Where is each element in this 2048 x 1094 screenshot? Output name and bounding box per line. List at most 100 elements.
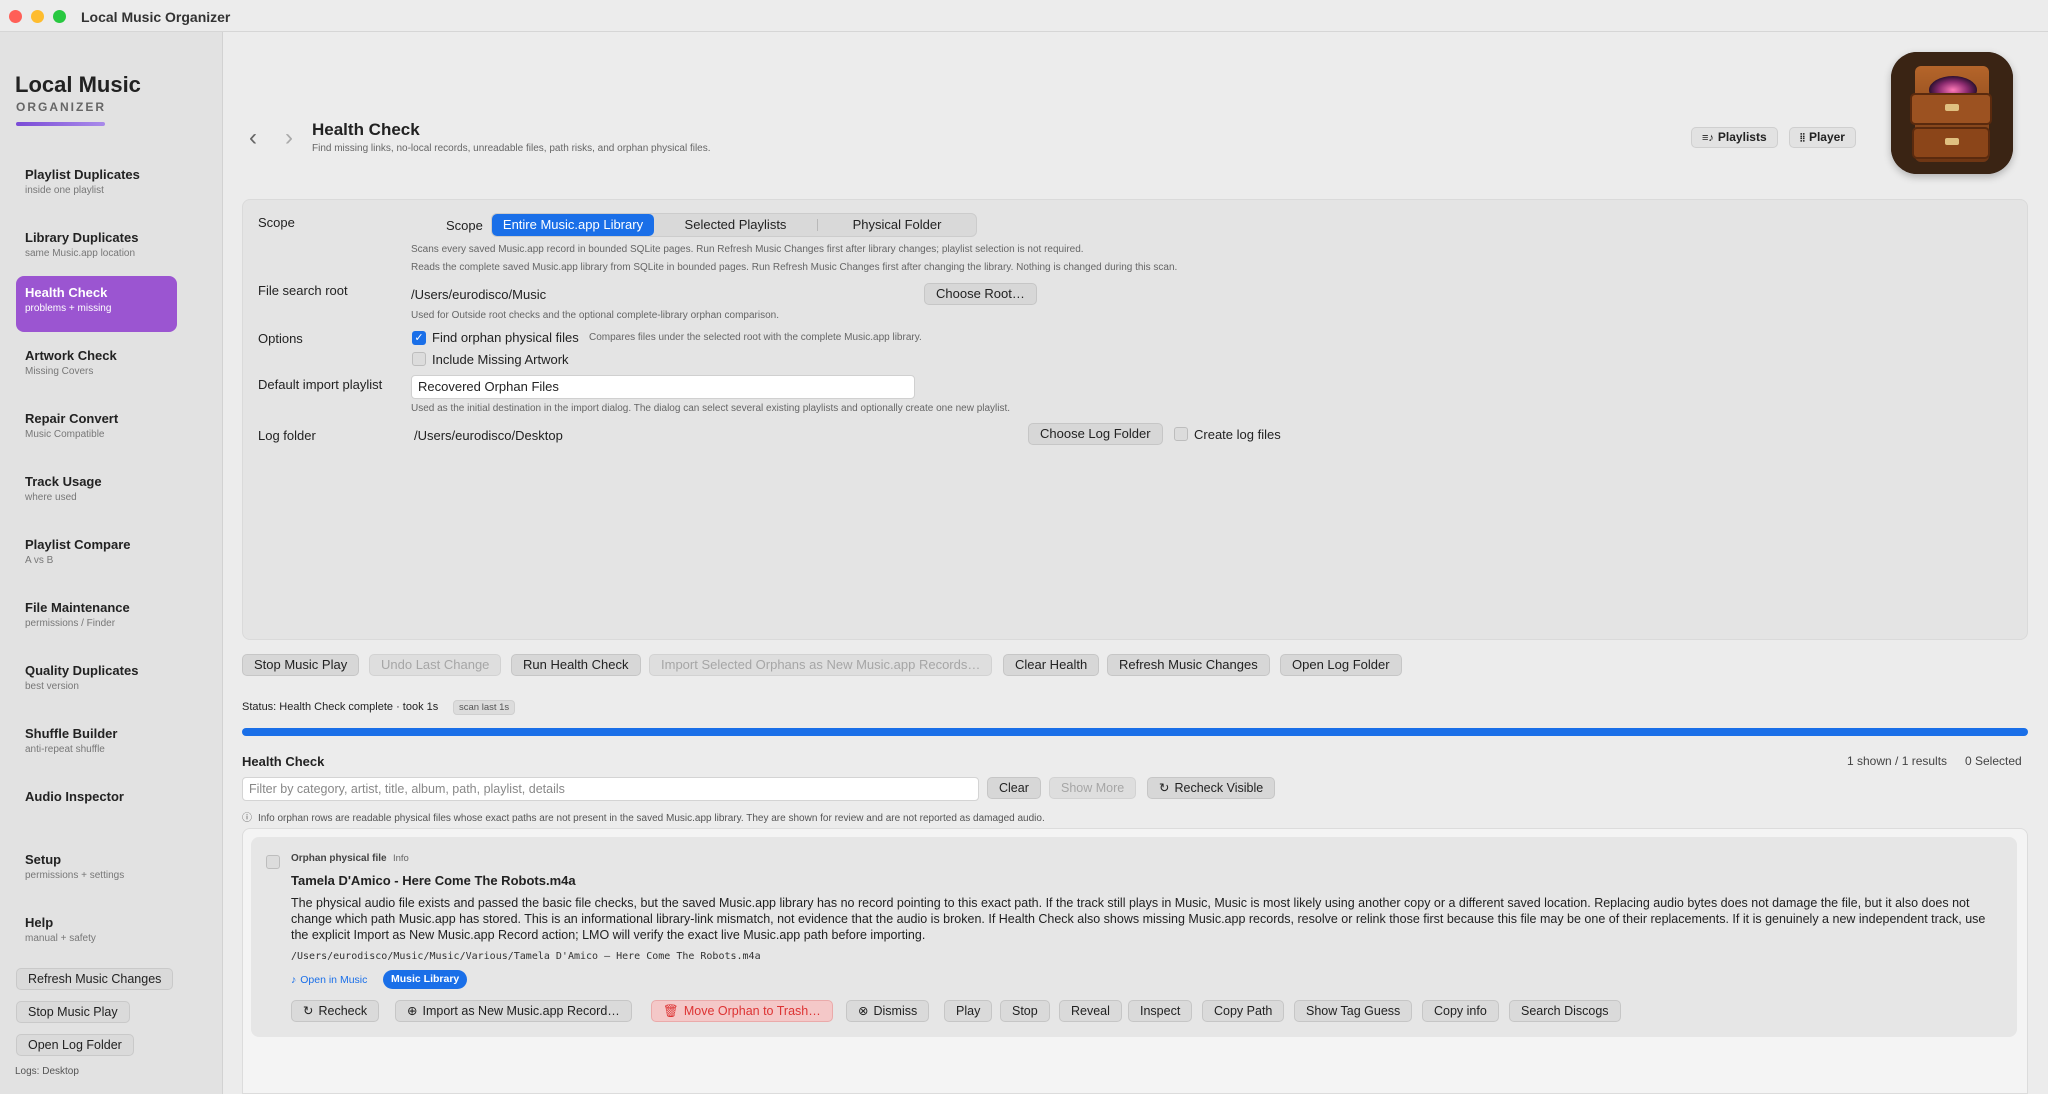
sidebar-item-quality-duplicates[interactable]: Quality Duplicates best version (16, 654, 177, 710)
root-note: Used for Outside root checks and the opt… (411, 310, 779, 321)
sidebar-item-playlist-compare[interactable]: Playlist Compare A vs B (16, 528, 177, 584)
create-log-files-checkbox[interactable] (1174, 427, 1188, 441)
recheck-visible-button[interactable]: ↻ Recheck Visible (1147, 777, 1276, 799)
progress-bar (242, 728, 2028, 736)
default-playlist-note: Used as the initial destination in the i… (411, 403, 1011, 414)
results-title: Health Check (242, 754, 325, 769)
find-orphan-checkbox[interactable]: ✓ (412, 331, 426, 345)
sidebar-item-track-usage[interactable]: Track Usage where used (16, 465, 177, 521)
sidebar-item-label: Audio Inspector (25, 789, 124, 804)
sidebar-item-repair-convert[interactable]: Repair Convert Music Compatible (16, 402, 177, 458)
sidebar-item-sublabel: Music Compatible (25, 429, 105, 440)
sidebar-item-sublabel: permissions + settings (25, 870, 125, 881)
page-subtitle: Find missing links, no-local records, un… (312, 143, 711, 154)
minimize-window-button[interactable] (31, 10, 44, 23)
brand-subtitle: ORGANIZER (16, 100, 106, 114)
sidebar-refresh-button[interactable]: Refresh Music Changes (16, 968, 174, 990)
playlists-button[interactable]: ≡♪ Playlists (1691, 127, 1778, 148)
import-selected-orphans-button[interactable]: Import Selected Orphans as New Music.app… (649, 654, 993, 676)
music-note-icon: ♪ (291, 974, 297, 986)
sidebar-stop-play-button[interactable]: Stop Music Play (16, 1001, 130, 1023)
stop-button[interactable]: Stop (1000, 1000, 1050, 1022)
scope-label: Scope (258, 215, 295, 230)
recheck-button[interactable]: ↻ Recheck (291, 1000, 380, 1022)
title-bar: Local Music Organizer (0, 0, 2048, 32)
sidebar-item-health-check[interactable]: Health Check problems + missing (16, 276, 177, 332)
search-discogs-button[interactable]: Search Discogs (1509, 1000, 1621, 1022)
open-in-music-link[interactable]: ♪ Open in Music (291, 974, 367, 986)
result-select-checkbox[interactable] (266, 855, 280, 869)
refresh-icon: ↻ (1159, 781, 1170, 795)
default-import-playlist-input[interactable]: Recovered Orphan Files (411, 375, 915, 399)
logs-location-note: Logs: Desktop (15, 1066, 79, 1077)
player-button[interactable]: ⦙⦙ Player (1789, 127, 1856, 148)
choose-root-button[interactable]: Choose Root… (924, 283, 1037, 305)
sidebar: Local Music ORGANIZER Playlist Duplicate… (0, 32, 223, 1094)
forward-arrow-icon[interactable]: › (285, 124, 293, 152)
selected-count: 0 Selected (1965, 754, 2022, 768)
create-log-files-label: Create log files (1194, 427, 1281, 442)
import-as-new-record-button[interactable]: ⊕ Import as New Music.app Record… (395, 1000, 632, 1022)
open-log-folder-button[interactable]: Open Log Folder (1280, 654, 1402, 676)
playlists-button-label: Playlists (1717, 130, 1767, 144)
scope-option-entire-library[interactable]: Entire Music.app Library (492, 214, 654, 236)
sidebar-item-artwork-check[interactable]: Artwork Check Missing Covers (16, 339, 177, 395)
log-folder-label: Log folder (258, 428, 316, 443)
refresh-music-changes-button[interactable]: Refresh Music Changes (1107, 654, 1270, 676)
sidebar-item-label: Repair Convert (25, 411, 119, 426)
sidebar-item-sublabel: permissions / Finder (25, 618, 116, 629)
choose-log-folder-button[interactable]: Choose Log Folder (1028, 423, 1163, 445)
sidebar-item-setup[interactable]: Setup permissions + settings (16, 843, 177, 899)
dismiss-button[interactable]: ⊗ Dismiss (846, 1000, 930, 1022)
info-icon: ⓘ (242, 813, 252, 824)
brand-underline (16, 122, 105, 126)
find-orphan-label: Find orphan physical files (432, 330, 579, 345)
sidebar-item-label: Quality Duplicates (25, 663, 139, 678)
file-search-root-value: /Users/eurodisco/Music (411, 287, 547, 302)
copy-info-button[interactable]: Copy info (1422, 1000, 1499, 1022)
stop-music-play-button[interactable]: Stop Music Play (242, 654, 360, 676)
sidebar-item-sublabel: same Music.app location (25, 248, 136, 259)
reveal-button[interactable]: Reveal (1059, 1000, 1122, 1022)
status-text: Status: Health Check complete · took 1s (242, 701, 439, 713)
clear-health-button[interactable]: Clear Health (1003, 654, 1100, 676)
include-missing-artwork-checkbox[interactable] (412, 352, 426, 366)
sidebar-item-shuffle-builder[interactable]: Shuffle Builder anti-repeat shuffle (16, 717, 177, 773)
undo-last-change-button[interactable]: Undo Last Change (369, 654, 502, 676)
scope-option-selected-playlists[interactable]: Selected Playlists (654, 214, 817, 236)
show-tag-guess-button[interactable]: Show Tag Guess (1294, 1000, 1413, 1022)
inspect-button[interactable]: Inspect (1128, 1000, 1193, 1022)
run-health-check-button[interactable]: Run Health Check (511, 654, 641, 676)
music-library-pill[interactable]: Music Library (383, 970, 468, 989)
result-description: The physical audio file exists and passe… (291, 896, 1986, 942)
sidebar-item-sublabel: problems + missing (25, 303, 112, 314)
sidebar-item-audio-inspector[interactable]: Audio Inspector (16, 780, 177, 836)
copy-path-button[interactable]: Copy Path (1202, 1000, 1285, 1022)
result-file-path: /Users/eurodisco/Music/Music/Various/Tam… (291, 951, 761, 962)
sidebar-item-label: File Maintenance (25, 600, 130, 615)
sidebar-item-file-maintenance[interactable]: File Maintenance permissions / Finder (16, 591, 177, 647)
scope-option-physical-folder[interactable]: Physical Folder (818, 214, 976, 236)
move-to-trash-label: Move Orphan to Trash… (683, 1004, 821, 1018)
sidebar-item-label: Library Duplicates (25, 230, 139, 245)
results-filter-input[interactable]: Filter by category, artist, title, album… (242, 777, 979, 801)
sidebar-item-sublabel: Missing Covers (25, 366, 94, 377)
zoom-window-button[interactable] (53, 10, 66, 23)
sidebar-item-library-duplicates[interactable]: Library Duplicates same Music.app locati… (16, 221, 177, 277)
sidebar-item-help[interactable]: Help manual + safety (16, 906, 177, 962)
show-more-button[interactable]: Show More (1049, 777, 1137, 799)
trash-icon: 🗑 (663, 1004, 679, 1018)
clear-filter-button[interactable]: Clear (987, 777, 1041, 799)
sidebar-item-label: Playlist Compare (25, 537, 131, 552)
sidebar-item-playlist-duplicates[interactable]: Playlist Duplicates inside one playlist (16, 158, 177, 214)
include-missing-artwork-label: Include Missing Artwork (432, 352, 569, 367)
sidebar-item-label: Setup (25, 852, 62, 867)
move-orphan-to-trash-button[interactable]: 🗑 Move Orphan to Trash… (651, 1000, 833, 1022)
close-window-button[interactable] (9, 10, 22, 23)
play-button[interactable]: Play (944, 1000, 993, 1022)
sidebar-open-log-button[interactable]: Open Log Folder (16, 1034, 134, 1056)
default-import-playlist-label: Default import playlist (258, 377, 383, 392)
sidebar-item-label: Playlist Duplicates (25, 167, 140, 182)
app-logo-icon (1891, 52, 2013, 174)
back-arrow-icon[interactable]: ‹ (249, 124, 257, 152)
